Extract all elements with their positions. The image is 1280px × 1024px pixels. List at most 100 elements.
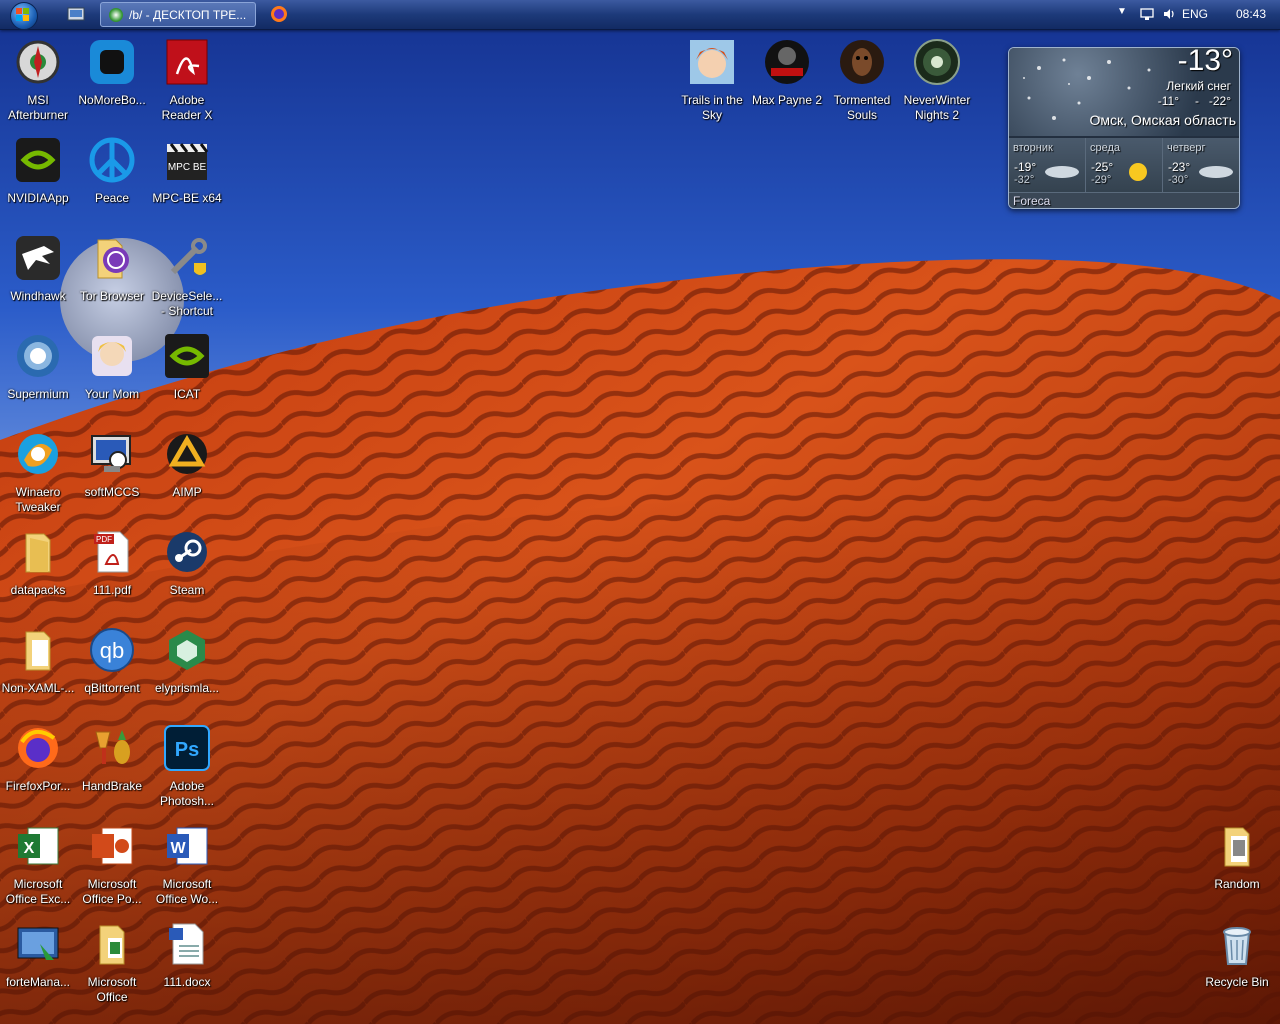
forecast-low: -30° (1168, 174, 1189, 186)
icon-label: Recycle Bin (1205, 975, 1269, 989)
desktop-icon-firefox-portable[interactable]: FirefoxPor... (0, 724, 76, 794)
desktop-icon-random[interactable]: Random (1199, 822, 1275, 892)
network-icon[interactable] (1140, 7, 1154, 21)
desktop-icon-max-payne-2[interactable]: Max Payne 2 (749, 38, 825, 108)
desktop-icon-deviceselector[interactable]: DeviceSele... - Shortcut (149, 234, 225, 319)
tray-expand-icon[interactable]: ▼ (1117, 6, 1127, 17)
icon-label: Steam (169, 583, 205, 597)
desktop-icon-msi-afterburner[interactable]: MSI Afterburner (0, 38, 76, 123)
desktop-icon-mpc-be[interactable]: MPC BE MPC-BE x64 (149, 136, 225, 206)
anime-avatar-icon (92, 336, 132, 376)
svg-text:X: X (24, 840, 35, 857)
folder-icon (1224, 827, 1250, 867)
icon-label: Your Mom (84, 387, 140, 401)
svg-text:qb: qb (100, 638, 124, 663)
volume-icon[interactable] (1162, 7, 1176, 21)
tools-shield-icon (170, 238, 208, 277)
icon-label: elyprismla... (154, 681, 219, 695)
icon-label: Tor Browser (79, 289, 144, 303)
steam-icon (167, 532, 207, 572)
forecast-day: вторник -19° -32° (1009, 138, 1086, 192)
clapperboard-icon: MPC BE (167, 143, 209, 180)
tor-browser-icon (97, 239, 129, 279)
desktop-icon-steam[interactable]: Steam (149, 528, 225, 598)
desktop-icon-non-xaml[interactable]: Non-XAML-... (0, 626, 76, 696)
desktop-icon-neverwinter-nights-2[interactable]: NeverWinter Nights 2 (899, 38, 975, 123)
icon-label: Adobe Photosh... (159, 779, 215, 808)
desktop-icon-microsoft-office[interactable]: Microsoft Office (74, 920, 150, 1005)
icon-label: DeviceSele... - Shortcut (151, 289, 223, 318)
desktop-icon-aimp[interactable]: AIMP (149, 430, 225, 500)
taskbar: /b/ - ДЕСКТОП ТРЕ... ▼ ENG 08:43 (0, 0, 1280, 30)
icon-label: FirefoxPor... (5, 779, 71, 793)
excel-icon: X (18, 827, 59, 865)
recycle-bin-icon (1223, 927, 1251, 965)
desktop-icon-peace[interactable]: Peace (74, 136, 150, 206)
desktop-icon-datapacks[interactable]: datapacks (0, 528, 76, 598)
desktop-icon-powerpoint[interactable]: Microsoft Office Po... (74, 822, 150, 907)
powerpoint-icon (92, 827, 133, 865)
adobe-reader-icon (166, 39, 208, 85)
desktop-icon-word[interactable]: W Microsoft Office Wo... (149, 822, 225, 907)
desktop-icon-qbittorrent[interactable]: qb qBittorrent (74, 626, 150, 696)
show-desktop-icon[interactable] (67, 5, 85, 23)
supermium-icon (17, 335, 59, 377)
weather-gadget[interactable]: -13° Легкий снег -11° - -22° Омск, Омска… (1008, 47, 1240, 209)
weather-provider[interactable]: Foreca (1013, 194, 1050, 208)
forecast-day-name: вторник (1013, 142, 1053, 154)
tray-language[interactable]: ENG (1182, 7, 1208, 21)
icon-label: Peace (94, 191, 130, 205)
desktop-icon-adobe-reader[interactable]: Adobe Reader X (149, 38, 225, 123)
docx-file-icon (169, 923, 204, 965)
icon-label: NoMoreBo... (78, 93, 146, 107)
desktop-icon-handbrake[interactable]: HandBrake (74, 724, 150, 794)
desktop-icon-supermium[interactable]: Supermium (0, 332, 76, 402)
desktop-icon-nvidia-app[interactable]: NVIDIAApp (0, 136, 76, 206)
desktop-icon-fortemanager[interactable]: forteMana... (0, 920, 76, 990)
desktop-icon-your-mom[interactable]: Your Mom (74, 332, 150, 402)
desktop-icon-softmccs[interactable]: softMCCS (74, 430, 150, 500)
forecast-day: четверг -23° -30° (1163, 138, 1239, 192)
tray-clock[interactable]: 08:43 (1236, 7, 1266, 21)
weather-forecast: вторник -19° -32° среда -25° -29° четвер… (1009, 138, 1239, 192)
desktop-icon-photoshop[interactable]: Ps Adobe Photosh... (149, 724, 225, 809)
firefox-icon (18, 728, 58, 768)
cloud-snow-icon (1199, 166, 1233, 178)
start-button[interactable] (4, 1, 48, 30)
max-payne-2-icon (765, 40, 809, 84)
word-icon: W (167, 827, 208, 865)
weather-location: Омск, Омская область (1089, 112, 1236, 128)
icon-label: softMCCS (84, 485, 140, 499)
desktop-icon-excel[interactable]: X Microsoft Office Exc... (0, 822, 76, 907)
windhawk-icon (16, 236, 60, 280)
icon-label: MSI Afterburner (7, 93, 69, 122)
desktop-icon-elyprism[interactable]: elyprismla... (149, 626, 225, 696)
desktop-icon-tor-browser[interactable]: Tor Browser (74, 234, 150, 304)
desktop-icon-trails-in-the-sky[interactable]: Trails in the Sky (674, 38, 750, 123)
pdf-file-icon: PDF (94, 531, 129, 573)
icon-label: Trails in the Sky (681, 93, 743, 122)
system-tray: ▼ ENG 08:43 (1110, 0, 1280, 29)
cloud-snow-icon (1045, 166, 1079, 178)
nvidia-icon (16, 138, 60, 182)
msi-afterburner-icon (16, 40, 60, 84)
desktop-icon-nomorebo[interactable]: NoMoreBo... (74, 38, 150, 108)
folder-icon (99, 925, 125, 965)
icon-label: Tormented Souls (833, 93, 891, 122)
taskbar-window-button[interactable]: /b/ - ДЕСКТОП ТРЕ... (100, 2, 256, 27)
nvidia-icon (165, 334, 209, 378)
icon-label: Winaero Tweaker (15, 485, 61, 514)
icon-label: forteMana... (5, 975, 71, 989)
desktop-icon-winaero-tweaker[interactable]: Winaero Tweaker (0, 430, 76, 515)
desktop-icon-111-docx[interactable]: 111.docx (149, 920, 225, 990)
aimp-icon (167, 434, 207, 474)
desktop-icon-111-pdf[interactable]: PDF 111.pdf (74, 528, 150, 598)
sun-icon (1129, 163, 1147, 181)
desktop-icon-recycle-bin[interactable]: Recycle Bin (1199, 920, 1275, 990)
windows-flag-icon (16, 8, 29, 21)
forecast-high: -19° (1014, 160, 1037, 174)
firefox-taskbar-icon[interactable] (270, 5, 288, 23)
desktop-icon-tormented-souls[interactable]: Tormented Souls (824, 38, 900, 123)
desktop-icon-windhawk[interactable]: Windhawk (0, 234, 76, 304)
desktop-icon-icat[interactable]: ICAT (149, 332, 225, 402)
